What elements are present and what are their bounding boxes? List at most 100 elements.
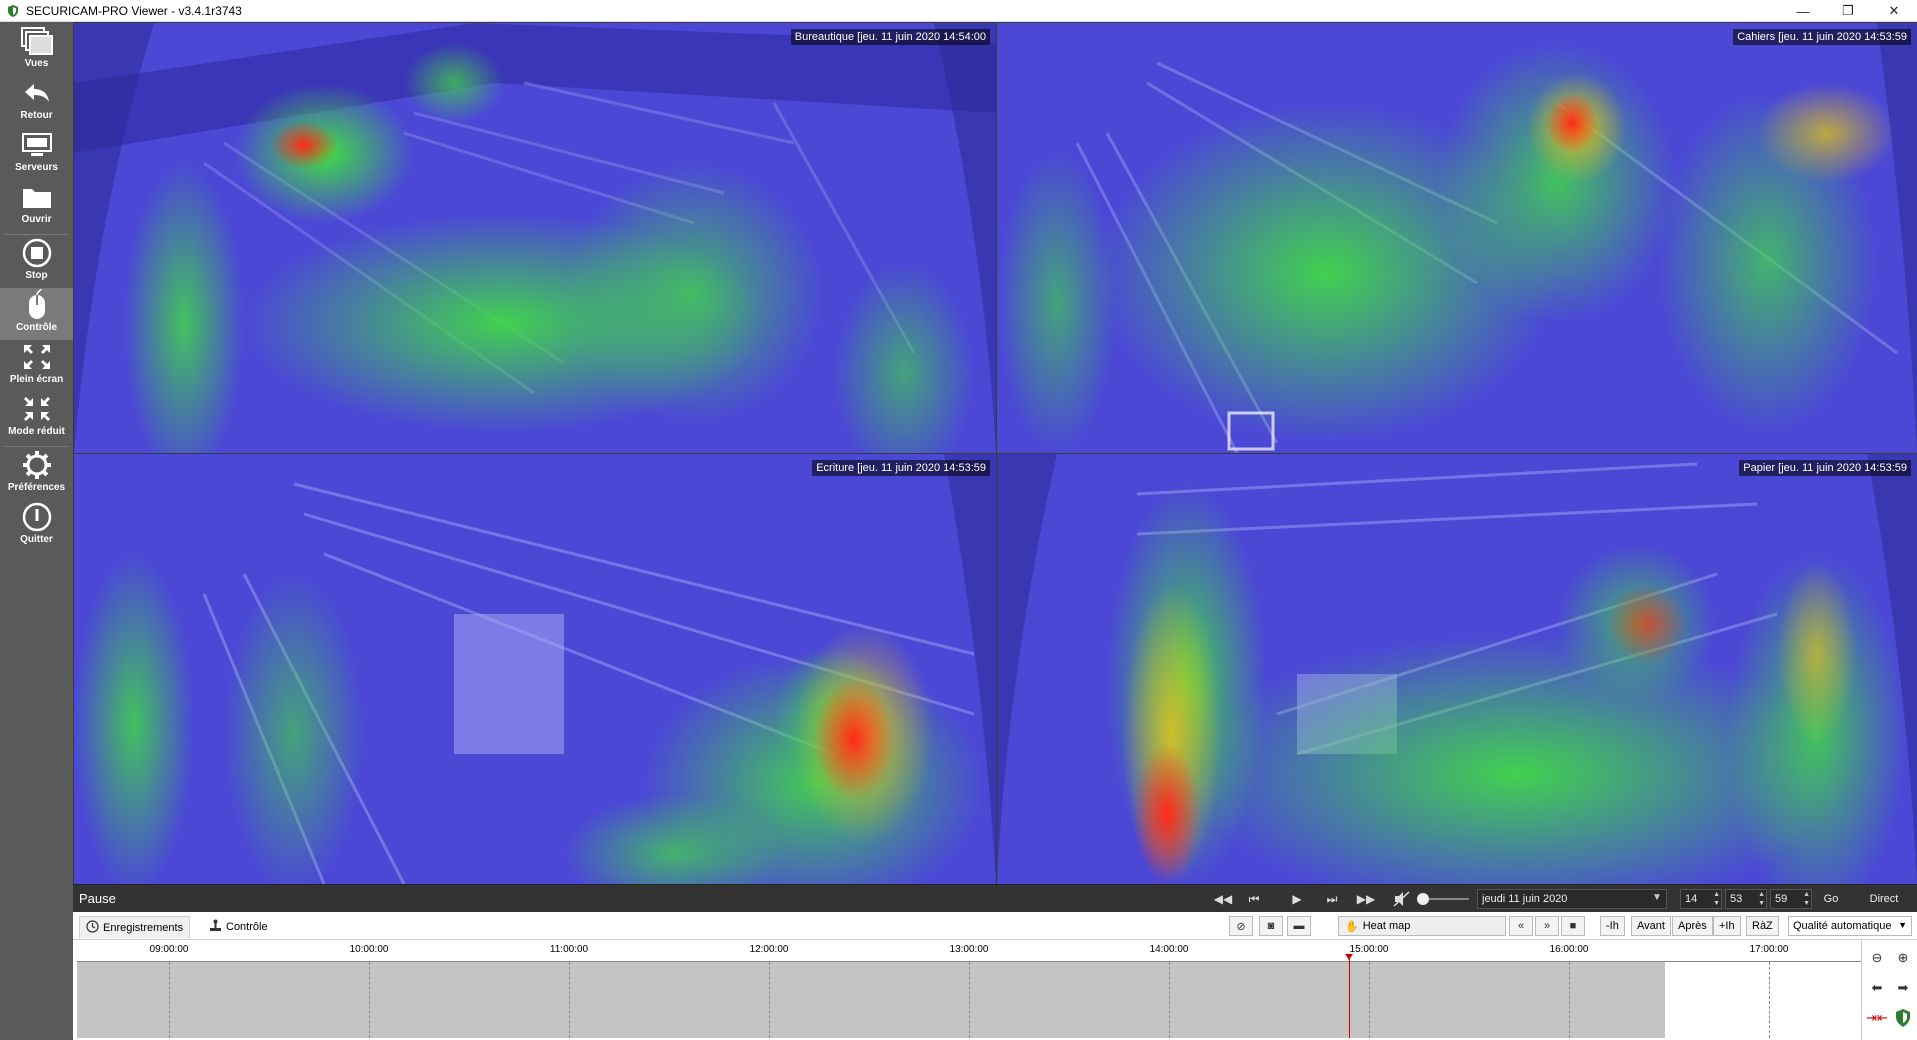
timeline-tick-label: 12:00:00	[749, 944, 789, 955]
fast-rewind-icon: ◀◀	[1213, 892, 1233, 906]
hour-spinbox[interactable]: 14 ▲ ▼	[1680, 889, 1722, 909]
fast-rewind-button[interactable]: ◀◀	[1212, 889, 1234, 909]
power-icon	[17, 500, 57, 534]
second-spinbox[interactable]: 59 ▲ ▼	[1770, 889, 1812, 909]
app-shield-button[interactable]	[1891, 1006, 1915, 1030]
zoom-out-button[interactable]: ⊖	[1865, 946, 1889, 970]
spin-arrows-icon[interactable]: ▲ ▼	[1713, 890, 1720, 908]
skip-back-icon: ⏮	[1248, 891, 1260, 906]
timeline[interactable]: 09:00:00 10:00:00 11:00:00 12:00:00 13:00:00…	[73, 940, 1861, 1040]
spin-arrows-icon[interactable]: ▲ ▼	[1758, 890, 1765, 908]
sidebar-item-reduced-mode[interactable]: Mode réduit	[0, 392, 73, 444]
hour-value: 14	[1685, 893, 1698, 905]
date-select[interactable]: jeudi 11 juin 2020 ▼	[1477, 889, 1667, 909]
before-button[interactable]: Avant	[1631, 916, 1671, 936]
go-button[interactable]: Go	[1818, 889, 1844, 909]
timeline-hour-line	[369, 962, 370, 1038]
skip-forward-icon: ⏭	[1326, 891, 1338, 906]
camera-label: Bureautique [jeu. 11 juin 2020 14:54:00	[790, 29, 990, 45]
marker-button[interactable]: ■	[1561, 916, 1585, 936]
quality-select[interactable]: Qualité automatique ▼	[1788, 916, 1912, 936]
volume-slider[interactable]	[1417, 893, 1469, 905]
fullscreen-icon	[17, 340, 57, 374]
go-end-button[interactable]: »	[1535, 916, 1559, 936]
sidebar-item-back[interactable]: Retour	[0, 76, 73, 128]
reset-button[interactable]: RàZ	[1746, 916, 1779, 936]
stop-icon	[17, 236, 57, 270]
restore-button[interactable]: ❐	[1825, 0, 1871, 22]
sidebar-item-label: Quitter	[20, 534, 53, 545]
timeline-tick-label: 10:00:00	[349, 944, 389, 955]
after-button[interactable]: Après	[1672, 916, 1713, 936]
previous-frame-button[interactable]: ⏮	[1243, 889, 1265, 909]
window-title: SECURICAM-PRO Viewer - v3.4.1r3743	[26, 3, 242, 18]
go-start-button[interactable]: «	[1509, 916, 1533, 936]
timeline-hour-line	[1169, 962, 1170, 1038]
back-arrow-icon	[17, 76, 57, 110]
minimize-button[interactable]: —	[1780, 0, 1826, 22]
timeline-tick-label: 14:00:00	[1149, 944, 1189, 955]
second-value: 59	[1775, 893, 1788, 905]
close-button[interactable]: ✕	[1871, 0, 1917, 22]
tab-control[interactable]: Contrôle	[203, 916, 274, 938]
camera-view-1[interactable]: Bureautique [jeu. 11 juin 2020 14:54:00	[74, 23, 996, 453]
camera-label: Cahiers [jeu. 11 juin 2020 14:53:59	[1733, 29, 1911, 45]
play-button[interactable]: ▶	[1286, 889, 1308, 909]
sidebar-item-quit[interactable]: Quitter	[0, 500, 73, 552]
joystick-icon	[209, 919, 222, 935]
sidebar-item-open[interactable]: Ouvrir	[0, 180, 73, 232]
snapshot-button[interactable]: ◙	[1259, 916, 1283, 936]
timeline-track[interactable]	[77, 954, 1861, 1038]
timeline-side-controls: ⊖ ⊕ ⬅ ➡ ⇥⇤	[1861, 940, 1917, 1040]
timeline-cursor[interactable]	[1348, 956, 1350, 1038]
scroll-right-button[interactable]: ➡	[1891, 976, 1915, 1000]
arrow-left-icon: ⬅	[1871, 980, 1883, 995]
camera-view-4[interactable]: Papier [jeu. 11 juin 2020 14:53:59	[997, 454, 1917, 884]
minute-spinbox[interactable]: 53 ▲ ▼	[1725, 889, 1767, 909]
center-cursor-button[interactable]: ⇥⇤	[1865, 1006, 1889, 1030]
fast-forward-button[interactable]: ▶▶	[1355, 889, 1377, 909]
sidebar-item-preferences[interactable]: Préférences	[0, 448, 73, 500]
sidebar-item-servers[interactable]: Serveurs	[0, 128, 73, 180]
live-button[interactable]: Direct	[1859, 889, 1909, 909]
servers-icon	[17, 128, 57, 162]
sidebar-item-label: Serveurs	[15, 162, 58, 173]
timeline-tick-label: 09:00:00	[149, 944, 189, 955]
tab-label: Enregistrements	[103, 921, 184, 934]
tab-recordings[interactable]: Enregistrements	[79, 916, 191, 938]
camera-view-2[interactable]: Cahiers [jeu. 11 juin 2020 14:53:59	[997, 23, 1917, 453]
camera-label: Ecriture [jeu. 11 juin 2020 14:53:59	[812, 460, 990, 476]
play-icon: ▶	[1292, 892, 1302, 906]
sidebar-item-label: Retour	[20, 110, 53, 121]
timeline-cursor-handle[interactable]	[1344, 954, 1353, 960]
sidebar-item-stop[interactable]: Stop	[0, 236, 73, 288]
shield-icon	[1896, 1009, 1910, 1027]
sidebar-item-control[interactable]: Contrôle	[0, 288, 73, 340]
chevron-down-icon[interactable]: ▼	[1898, 920, 1907, 930]
camera-view-3[interactable]: Ecriture [jeu. 11 juin 2020 14:53:59	[74, 454, 996, 884]
minus-hour-button[interactable]: -Ih	[1600, 916, 1625, 936]
zoom-in-button[interactable]: ⊕	[1891, 946, 1915, 970]
draw-zone-button[interactable]: ⊘	[1229, 916, 1253, 936]
volume-slider-handle[interactable]	[1417, 893, 1429, 905]
next-frame-button[interactable]: ⏭	[1321, 889, 1343, 909]
sidebar-item-fullscreen[interactable]: Plein écran	[0, 340, 73, 392]
spin-arrows-icon[interactable]: ▲ ▼	[1803, 890, 1810, 908]
heatmap-label: Heat map	[1362, 920, 1411, 932]
timeline-hour-line	[969, 962, 970, 1038]
scroll-left-button[interactable]: ⬅	[1865, 976, 1889, 1000]
mouse-icon	[17, 288, 57, 322]
record-video-button[interactable]: ▬	[1287, 916, 1311, 936]
hand-icon: ✋	[1345, 920, 1359, 933]
sidebar-item-views[interactable]: Vues	[0, 24, 73, 76]
sidebar: Vues Retour Serveurs Ouvrir Stop Contrôl…	[0, 22, 73, 1040]
plus-hour-button[interactable]: +Ih	[1713, 916, 1741, 936]
chevron-down-icon[interactable]: ▼	[1650, 892, 1664, 906]
timeline-hour-line	[569, 962, 570, 1038]
zoom-out-icon: ⊖	[1871, 950, 1883, 965]
heatmap-image	[74, 454, 996, 884]
arrow-right-icon: ➡	[1897, 980, 1909, 995]
heatmap-toggle[interactable]: ✋ Heat map	[1338, 916, 1506, 936]
timeline-hour-line	[169, 962, 170, 1038]
mute-button[interactable]	[1391, 889, 1413, 909]
